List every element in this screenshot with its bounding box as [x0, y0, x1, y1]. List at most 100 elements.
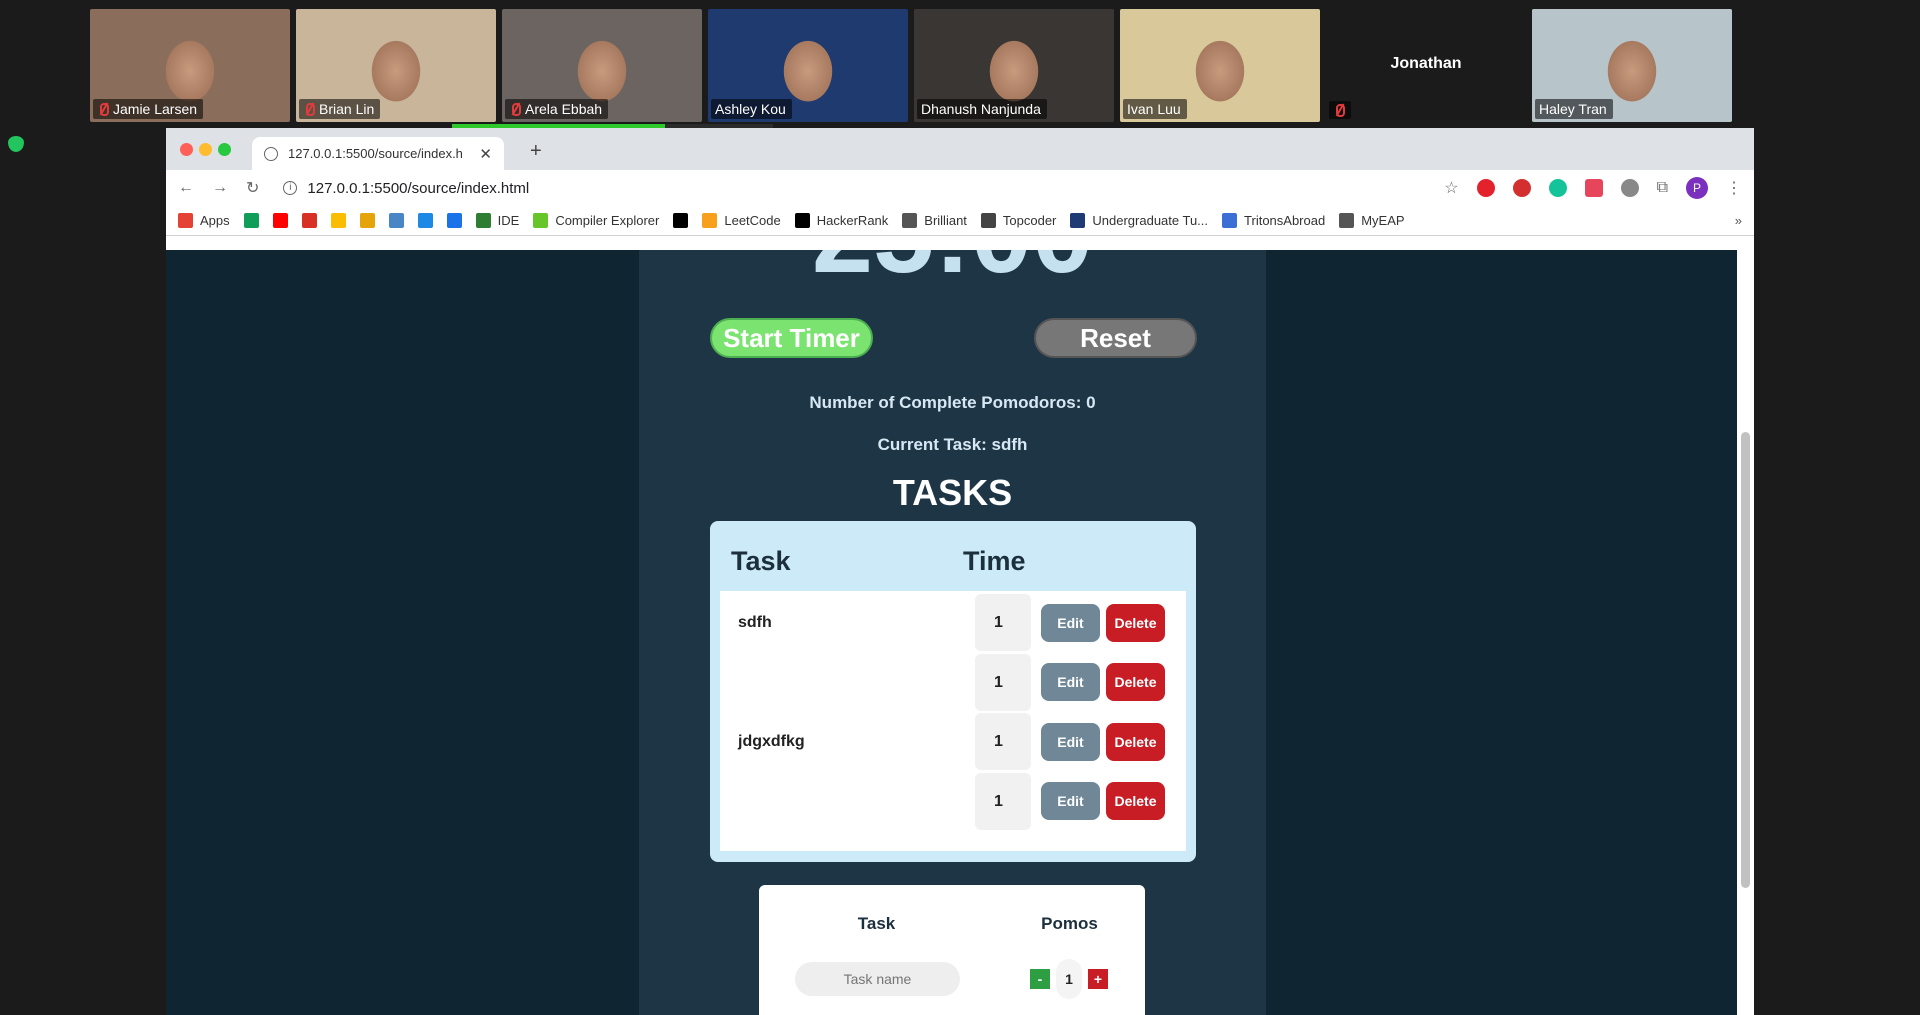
participant-tile[interactable]: Ivan Luu	[1120, 9, 1320, 122]
scrollbar-thumb[interactable]	[1741, 432, 1750, 888]
more-bookmarks-icon[interactable]: »	[1735, 213, 1742, 228]
close-tab-icon[interactable]: ✕	[479, 145, 492, 163]
browser-tab[interactable]: 127.0.0.1:5500/source/index.h ✕	[252, 137, 504, 170]
extension-pink-icon[interactable]	[1584, 179, 1603, 197]
bookmark-item[interactable]: HackerRank	[794, 213, 888, 228]
close-window-icon[interactable]	[180, 143, 193, 156]
increment-button[interactable]: +	[1088, 969, 1108, 989]
puzzle-icon[interactable]: ⧉	[1657, 179, 1668, 197]
bookmark-icon	[388, 213, 404, 228]
security-shield-icon[interactable]	[8, 136, 24, 152]
address-bar[interactable]: i 127.0.0.1:5500/source/index.html	[283, 174, 529, 202]
grammarly-icon[interactable]	[1548, 179, 1567, 197]
task-time-cell[interactable]: 1	[975, 594, 1031, 652]
star-icon[interactable]: ☆	[1444, 178, 1458, 198]
delete-button[interactable]: Delete	[1106, 603, 1165, 642]
minimize-window-icon[interactable]	[199, 143, 212, 156]
decrement-button[interactable]: -	[1030, 969, 1050, 989]
bookmark-item[interactable]	[417, 213, 433, 228]
task-time-cell[interactable]: 1	[975, 713, 1031, 771]
participant-tile[interactable]: Ashley Kou	[708, 9, 908, 122]
participant-tile[interactable]: Dhanush Nanjunda	[914, 9, 1114, 122]
task-time-cell[interactable]: 1	[975, 772, 1031, 830]
menu-kebab-icon[interactable]: ⋮	[1726, 178, 1742, 198]
pomos-value[interactable]: 1	[1056, 959, 1082, 999]
delete-button[interactable]: Delete	[1106, 722, 1165, 761]
task-time-cell[interactable]: 1	[975, 653, 1031, 711]
back-arrow-icon[interactable]: ←	[178, 179, 194, 197]
edit-button[interactable]: Edit	[1041, 603, 1100, 642]
extension-red-icon[interactable]	[1512, 179, 1531, 197]
bookmark-item[interactable]: Topcoder	[980, 213, 1056, 228]
start-timer-button[interactable]: Start Timer	[710, 318, 873, 358]
browser-toolbar: ← → ↻ i 127.0.0.1:5500/source/index.html…	[166, 170, 1754, 206]
form-task-label: Task	[857, 914, 896, 933]
bookmark-item[interactable]: LeetCode	[702, 213, 781, 228]
delete-button[interactable]: Delete	[1106, 663, 1165, 702]
extension-gray-icon[interactable]	[1620, 179, 1639, 197]
bookmark-item[interactable]: Compiler Explorer	[533, 213, 659, 228]
bookmark-item[interactable]: Brilliant	[902, 213, 967, 228]
forward-arrow-icon[interactable]: →	[212, 179, 228, 197]
participant-nameplate: Jamie Larsen	[93, 99, 204, 119]
bookmark-item[interactable]	[673, 213, 689, 228]
page-scrollbar[interactable]	[1737, 250, 1754, 1015]
participant-tile[interactable]: Arela Ebbah	[502, 9, 702, 122]
url-text: 127.0.0.1:5500/source/index.html	[307, 179, 530, 197]
bookmark-item[interactable]: Apps	[178, 213, 230, 228]
task-name-cell: sdfh	[738, 613, 772, 631]
bookmark-item[interactable]	[243, 213, 259, 228]
participant-nameplate: Ivan Luu	[1123, 99, 1187, 119]
table-row: jdgxdfkg 1 Edit Delete	[720, 712, 1186, 772]
bookmark-item[interactable]: IDE	[475, 213, 520, 228]
bookmark-icon	[902, 213, 918, 228]
participant-tile[interactable]: Jonathan	[1326, 9, 1526, 122]
bookmark-item[interactable]: TritonsAbroad	[1222, 213, 1325, 228]
bookmark-item[interactable]	[359, 213, 375, 228]
bookmark-item[interactable]	[330, 213, 346, 228]
bookmark-icon	[673, 213, 689, 228]
bookmark-item[interactable]: MyEAP	[1339, 213, 1405, 228]
reset-button[interactable]: Reset	[1034, 318, 1197, 358]
bookmarks-bar: Apps IDE Compiler Explorer LeetCode HackerRa…	[166, 206, 1754, 236]
delete-button[interactable]: Delete	[1106, 782, 1165, 821]
bookmark-item[interactable]	[388, 213, 404, 228]
participant-name: Dhanush Nanjunda	[921, 101, 1041, 117]
new-tab-icon[interactable]: +	[530, 140, 542, 163]
muted-mic-icon	[1333, 103, 1345, 117]
table-row: 1 Edit Delete	[720, 653, 1186, 713]
task-table: Task Time sdfh 1 Edit Delete 1 Edit Delete jdgx…	[710, 521, 1196, 862]
bookmark-item[interactable]	[301, 213, 317, 228]
edit-button[interactable]: Edit	[1041, 782, 1100, 821]
participant-name: Ivan Luu	[1127, 101, 1181, 117]
participant-tile[interactable]: Jamie Larsen	[90, 9, 290, 122]
bookmark-icon	[417, 213, 433, 228]
bookmark-label: IDE	[497, 213, 520, 228]
toolbar-right: ☆ ⧉ P ⋮	[1444, 177, 1742, 199]
task-name-input[interactable]	[795, 962, 960, 996]
bookmark-item[interactable]	[446, 213, 462, 228]
bookmark-icon	[1222, 213, 1238, 228]
edit-button[interactable]: Edit	[1041, 722, 1100, 761]
muted-mic-icon	[97, 102, 109, 116]
reload-icon[interactable]: ↻	[246, 178, 259, 198]
maximize-window-icon[interactable]	[218, 143, 231, 156]
participant-tile[interactable]: Brian Lin	[296, 9, 496, 122]
bookmark-item[interactable]	[272, 213, 288, 228]
add-task-form: Task Pomos - 1 +	[759, 885, 1145, 1015]
bookmark-label: MyEAP	[1361, 213, 1405, 228]
table-row: sdfh 1 Edit Delete	[720, 593, 1186, 653]
bookmark-label: TritonsAbroad	[1244, 213, 1326, 228]
form-row: - 1 +	[759, 959, 1145, 999]
edit-button[interactable]: Edit	[1041, 663, 1100, 702]
browser-window: 127.0.0.1:5500/source/index.h ✕ + ← → ↻ …	[166, 128, 1754, 1015]
participant-tile[interactable]: Haley Tran	[1532, 9, 1732, 122]
tab-title: 127.0.0.1:5500/source/index.h	[288, 146, 463, 161]
bookmark-icon	[1070, 213, 1086, 228]
bookmark-icon	[446, 213, 462, 228]
info-icon[interactable]: i	[283, 181, 298, 195]
bookmark-item[interactable]: Undergraduate Tu...	[1070, 213, 1208, 228]
bookmark-icon	[272, 213, 288, 228]
profile-avatar[interactable]: P	[1686, 177, 1708, 199]
adblock-icon[interactable]	[1476, 179, 1495, 197]
